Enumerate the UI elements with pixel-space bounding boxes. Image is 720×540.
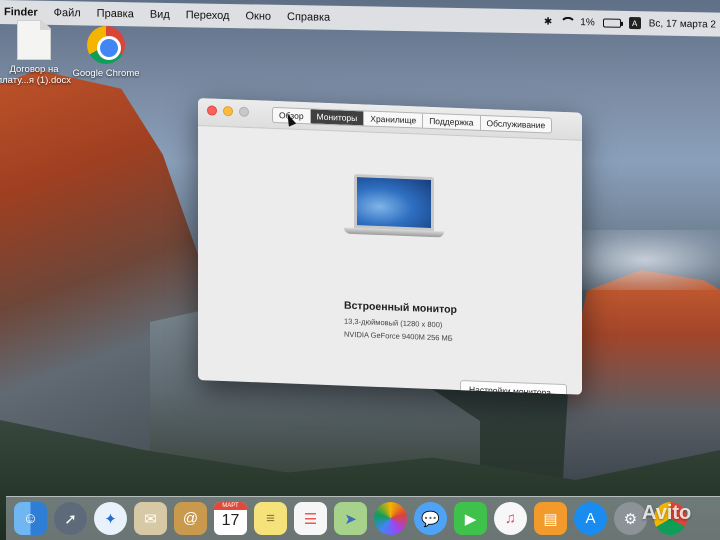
wifi-icon[interactable] — [560, 17, 572, 27]
calendar-day: 17 — [221, 512, 240, 529]
ibooks-icon[interactable]: ▤ — [534, 502, 567, 535]
calendar-icon[interactable]: МАРТ 17 — [214, 502, 247, 535]
battery-icon[interactable] — [602, 18, 621, 28]
safari-icon[interactable]: ✦ — [94, 502, 127, 535]
notes-icon[interactable]: ≡ — [254, 502, 287, 535]
minimize-button[interactable] — [223, 105, 233, 117]
menu-help[interactable]: Справка — [279, 11, 338, 24]
wallpaper-clouds — [560, 230, 720, 290]
finder-icon[interactable]: ☺ — [14, 502, 47, 535]
messages-icon[interactable]: 💬 — [414, 502, 447, 535]
avito-watermark: Avito — [642, 502, 692, 524]
battery-percent[interactable]: 1% — [580, 17, 594, 28]
mail-icon[interactable]: ✉ — [134, 502, 167, 535]
bluetooth-icon[interactable]: ✱ — [544, 16, 552, 27]
displays-panel: Встроенный монитор 13,3-дюймовый (1280 x… — [198, 126, 582, 395]
docx-file-icon — [17, 20, 51, 60]
tab-support[interactable]: Поддержка — [423, 113, 481, 130]
menu-edit[interactable]: Правка — [89, 8, 142, 21]
menu-file[interactable]: Файл — [46, 7, 89, 20]
chrome-icon — [87, 26, 125, 64]
photos-icon[interactable] — [374, 502, 407, 535]
tab-storage[interactable]: Хранилище — [364, 111, 424, 128]
menu-clock[interactable]: Вс, 17 марта 2 — [649, 18, 716, 30]
display-gpu: NVIDIA GeForce 9400M 256 МБ — [344, 329, 453, 343]
window-controls — [207, 105, 249, 117]
tab-displays[interactable]: Мониторы — [310, 109, 365, 126]
app-store-icon[interactable]: A — [574, 502, 607, 535]
close-button[interactable] — [207, 105, 217, 116]
contacts-icon[interactable]: @ — [174, 502, 207, 535]
tab-service[interactable]: Обслуживание — [481, 116, 552, 133]
dock: ☺ ➚ ✦ ✉ @ МАРТ 17 ≡ ☰ ➤ 💬 ▶ ♫ ▤ A ⚙ — [6, 496, 720, 540]
zoom-button[interactable] — [239, 106, 249, 117]
about-this-mac-window: Обзор Мониторы Хранилище Поддержка Обслу… — [198, 98, 582, 395]
menu-window[interactable]: Окно — [237, 10, 279, 23]
maps-icon[interactable]: ➤ — [334, 502, 367, 535]
launchpad-icon[interactable]: ➚ — [54, 502, 87, 535]
calendar-month: МАРТ — [214, 502, 247, 510]
display-size: 13,3-дюймовый (1280 x 800) — [344, 316, 443, 330]
desktop-icon-chrome[interactable]: Google Chrome — [66, 26, 146, 79]
laptop-screen — [354, 173, 434, 232]
desktop-icon-label: Google Chrome — [72, 68, 140, 79]
itunes-icon[interactable]: ♫ — [494, 502, 527, 535]
desktop-icon-label: Договор на плату...я (1).docx — [0, 64, 72, 86]
laptop-screen-wallpaper — [357, 177, 431, 228]
display-name: Встроенный монитор — [344, 299, 457, 316]
laptop-display-icon — [344, 173, 444, 244]
menu-view[interactable]: Вид — [142, 8, 178, 21]
input-source-icon[interactable]: A — [628, 16, 641, 30]
facetime-icon[interactable]: ▶ — [454, 502, 487, 535]
reminders-icon[interactable]: ☰ — [294, 502, 327, 535]
desktop-icon-document[interactable]: Договор на плату...я (1).docx — [0, 20, 74, 86]
menu-finder[interactable]: Finder — [0, 6, 46, 19]
menu-go[interactable]: Переход — [178, 9, 238, 22]
menu-extras: ✱ 1% A Вс, 17 марта 2 — [544, 15, 720, 30]
